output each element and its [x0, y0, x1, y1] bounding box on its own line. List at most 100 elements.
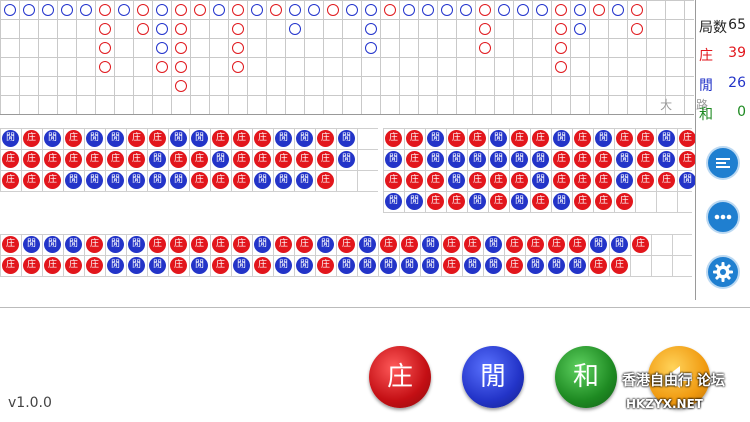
road-player-mark [155, 3, 168, 16]
bead-player: 閒 [44, 236, 61, 253]
bead-banker: 庄 [128, 151, 145, 168]
road-banker-mark [592, 3, 605, 16]
bead-banker: 庄 [532, 130, 549, 147]
bead-banker: 庄 [679, 151, 696, 168]
road-player-mark [155, 41, 168, 54]
road-banker-mark [155, 60, 168, 73]
bead-player: 閒 [23, 236, 40, 253]
bead-player: 閒 [338, 130, 355, 147]
bead-banker: 庄 [275, 151, 292, 168]
bead-player: 閒 [170, 130, 187, 147]
bead-player: 閒 [338, 257, 355, 274]
bead-banker: 庄 [611, 257, 628, 274]
bead-player: 閒 [485, 257, 502, 274]
bead-banker: 庄 [511, 172, 528, 189]
more-dots-icon [714, 214, 732, 220]
bead-banker: 庄 [212, 257, 229, 274]
bead-banker: 庄 [233, 130, 250, 147]
bead-player: 閒 [679, 172, 696, 189]
bead-player: 閒 [527, 257, 544, 274]
bead-player: 閒 [448, 151, 465, 168]
bead-player: 閒 [427, 151, 444, 168]
bead-banker: 庄 [637, 172, 654, 189]
more-button[interactable] [706, 200, 740, 234]
bead-banker: 庄 [170, 257, 187, 274]
bead-player: 閒 [170, 172, 187, 189]
bead-banker: 庄 [170, 236, 187, 253]
bead-player: 閒 [107, 130, 124, 147]
road-banker-mark [98, 41, 111, 54]
road-player-mark [117, 3, 130, 16]
road-banker-mark [98, 60, 111, 73]
road-player-mark [573, 22, 586, 35]
bead-banker: 庄 [296, 151, 313, 168]
bead-player: 閒 [469, 193, 486, 210]
bead-banker: 庄 [632, 236, 649, 253]
bead-banker: 庄 [448, 193, 465, 210]
road-banker-mark [174, 22, 187, 35]
road-banker-mark [98, 3, 111, 16]
bead-banker: 庄 [212, 130, 229, 147]
bead-banker: 庄 [490, 172, 507, 189]
list-button[interactable] [706, 146, 740, 180]
bead-player: 閒 [254, 172, 271, 189]
bead-player: 閒 [548, 257, 565, 274]
settings-button[interactable] [706, 255, 740, 289]
bead-player: 閒 [464, 257, 481, 274]
bead-banker: 庄 [212, 236, 229, 253]
player-button[interactable]: 閒 [462, 346, 524, 408]
bead-banker: 庄 [65, 151, 82, 168]
bead-banker: 庄 [86, 257, 103, 274]
road-player-mark [402, 3, 415, 16]
bead-banker: 庄 [637, 151, 654, 168]
bead-banker: 庄 [595, 172, 612, 189]
bead-banker: 庄 [317, 130, 334, 147]
bead-plate-left: 閒庄閒庄閒閒庄庄閒閒庄庄庄閒閒庄閒庄庄庄庄庄庄庄閒庄庄閒庄庄庄庄庄閒庄庄庄閒閒閒… [0, 128, 378, 192]
bead-banker: 庄 [679, 130, 696, 147]
bead-banker: 庄 [65, 130, 82, 147]
road-banker-mark [136, 22, 149, 35]
road-banker-mark [326, 3, 339, 16]
bead-player: 閒 [86, 172, 103, 189]
bead-player: 閒 [86, 130, 103, 147]
road-banker-mark [554, 41, 567, 54]
bead-player: 閒 [233, 257, 250, 274]
bead-banker: 庄 [385, 130, 402, 147]
road-player-mark [60, 3, 73, 16]
bead-banker: 庄 [658, 172, 675, 189]
bead-banker: 庄 [23, 130, 40, 147]
bead-banker: 庄 [86, 236, 103, 253]
road-player-mark [611, 3, 624, 16]
bead-player: 閒 [616, 172, 633, 189]
bead-banker: 庄 [317, 172, 334, 189]
bead-player: 閒 [107, 172, 124, 189]
bead-banker: 庄 [149, 236, 166, 253]
bead-banker: 庄 [149, 130, 166, 147]
bead-banker: 庄 [427, 193, 444, 210]
bead-player: 閒 [296, 130, 313, 147]
bead-player: 閒 [490, 151, 507, 168]
bead-banker: 庄 [548, 236, 565, 253]
bead-banker: 庄 [86, 151, 103, 168]
bead-banker: 庄 [23, 151, 40, 168]
stat-banker-value: 39 [728, 45, 746, 61]
bead-banker: 庄 [590, 257, 607, 274]
bead-banker: 庄 [406, 172, 423, 189]
road-player-mark [79, 3, 92, 16]
bead-player: 閒 [401, 257, 418, 274]
bead-player: 閒 [44, 130, 61, 147]
bead-banker: 庄 [574, 151, 591, 168]
bead-player: 閒 [2, 130, 19, 147]
tie-button[interactable]: 和 [555, 346, 617, 408]
bead-player: 閒 [65, 236, 82, 253]
bead-plate-bottom: 庄閒閒閒庄閒閒庄庄庄庄庄閒庄庄閒庄閒庄庄閒庄庄閒庄庄庄庄閒閒庄庄庄庄庄庄閒閒閒庄… [0, 234, 692, 277]
road-banker-mark [630, 3, 643, 16]
road-player-mark [535, 3, 548, 16]
bead-banker: 庄 [569, 236, 586, 253]
bead-player: 閒 [595, 130, 612, 147]
bead-player: 閒 [616, 151, 633, 168]
banker-button[interactable]: 庄 [369, 346, 431, 408]
stat-tie-value: 0 [737, 104, 746, 120]
road-player-mark [22, 3, 35, 16]
bottom-divider [0, 307, 750, 308]
